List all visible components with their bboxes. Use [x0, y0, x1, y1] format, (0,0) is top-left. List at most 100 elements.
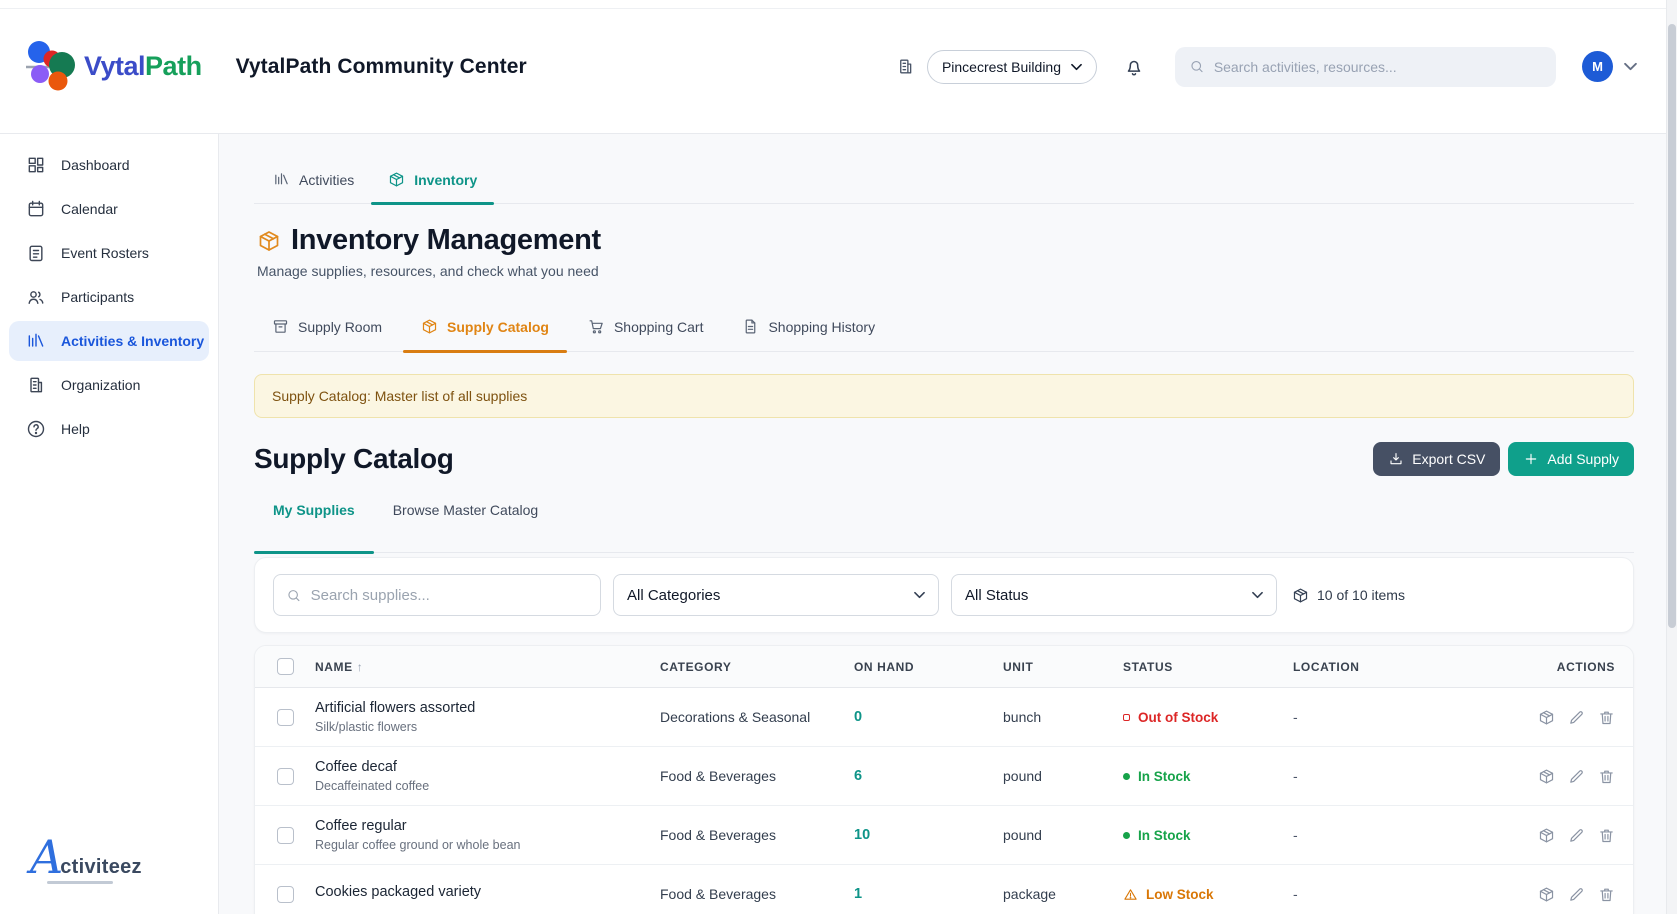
tab-shopping-cart[interactable]: Shopping Cart	[570, 306, 722, 351]
supply-on-hand: 6	[854, 768, 1003, 784]
sidebar-item-participants[interactable]: Participants	[9, 277, 209, 317]
user-menu-chevron-icon[interactable]	[1624, 62, 1637, 71]
category-filter-value: All Categories	[627, 587, 720, 604]
sidebar-item-organization[interactable]: Organization	[9, 365, 209, 405]
edit-supply-button[interactable]	[1568, 709, 1585, 726]
avatar[interactable]: M	[1582, 51, 1613, 82]
supply-location: -	[1293, 886, 1533, 902]
column-header-category: CATEGORY	[660, 660, 854, 674]
global-search[interactable]	[1175, 47, 1556, 87]
filter-bar: All Categories All Status 10 of 10 items	[254, 557, 1634, 633]
page-title: Inventory Management	[291, 224, 601, 257]
supply-name: Coffee decaf	[315, 759, 660, 775]
edit-supply-button[interactable]	[1568, 827, 1585, 844]
tab-supply-catalog[interactable]: Supply Catalog	[403, 306, 567, 351]
archive-box-icon	[272, 318, 289, 335]
trash-icon	[1598, 768, 1615, 785]
category-filter-select[interactable]: All Categories	[613, 574, 939, 616]
status-badge: In Stock	[1123, 828, 1293, 843]
sidebar-item-dashboard[interactable]: Dashboard	[9, 145, 209, 185]
supply-category: Decorations & Seasonal	[660, 709, 854, 725]
table-row: Artificial flowers assortedSilk/plastic …	[255, 688, 1633, 747]
view-supply-button[interactable]	[1538, 768, 1555, 785]
supply-category: Food & Beverages	[660, 827, 854, 843]
items-count: 10 of 10 items	[1292, 587, 1405, 604]
building-selector-value: Pincecrest Building	[942, 59, 1061, 75]
edit-supply-button[interactable]	[1568, 768, 1585, 785]
sidebar-item-help[interactable]: Help	[9, 409, 209, 449]
help-circle-icon	[26, 419, 46, 439]
edit-supply-button[interactable]	[1568, 886, 1585, 903]
column-header-actions: ACTIONS	[1533, 660, 1633, 674]
brand-text: VytalPath	[84, 51, 202, 82]
export-csv-button[interactable]: Export CSV	[1373, 442, 1500, 476]
global-search-input[interactable]	[1214, 59, 1542, 75]
delete-supply-button[interactable]	[1598, 709, 1615, 726]
table-row: Coffee regular Regular coffee ground or w…	[255, 806, 1633, 865]
package-icon	[1538, 768, 1555, 785]
supply-description: Regular coffee ground or whole bean	[315, 838, 660, 852]
status-badge: Out of Stock	[1123, 710, 1293, 725]
sidebar-item-calendar[interactable]: Calendar	[9, 189, 209, 229]
select-row-checkbox[interactable]	[277, 768, 294, 785]
delete-supply-button[interactable]	[1598, 886, 1615, 903]
table-header-row: NAME↑ CATEGORY ON HAND UNIT STATUS LOCAT…	[255, 646, 1633, 688]
status-filter-select[interactable]: All Status	[951, 574, 1277, 616]
supply-unit: pound	[1003, 768, 1123, 784]
info-banner: Supply Catalog: Master list of all suppl…	[254, 374, 1634, 418]
in-stock-dot-icon	[1123, 773, 1130, 780]
inventory-activities-tabs: Activities Inventory	[254, 167, 1634, 204]
out-of-stock-icon	[1123, 714, 1130, 721]
tab-browse-master-catalog[interactable]: Browse Master Catalog	[374, 492, 558, 552]
supplies-search[interactable]	[273, 574, 601, 616]
trash-icon	[1598, 827, 1615, 844]
column-header-name[interactable]: NAME↑	[315, 660, 660, 674]
tab-shopping-history[interactable]: Shopping History	[724, 306, 893, 351]
page-subtitle: Manage supplies, resources, and check wh…	[254, 263, 1634, 279]
view-supply-button[interactable]	[1538, 827, 1555, 844]
supply-name: Coffee regular	[315, 818, 660, 834]
select-all-checkbox[interactable]	[277, 658, 294, 675]
select-row-checkbox[interactable]	[277, 886, 294, 903]
tab-my-supplies[interactable]: My Supplies	[254, 492, 374, 552]
tab-activities[interactable]: Activities	[256, 167, 371, 203]
search-icon	[286, 587, 302, 604]
warning-triangle-icon	[1123, 887, 1138, 902]
supplies-table: NAME↑ CATEGORY ON HAND UNIT STATUS LOCAT…	[254, 645, 1634, 914]
pencil-icon	[1568, 886, 1585, 903]
supply-location: -	[1293, 768, 1533, 784]
tab-inventory[interactable]: Inventory	[371, 167, 494, 203]
sort-asc-icon: ↑	[357, 660, 364, 674]
search-icon	[1189, 58, 1205, 75]
activities-chart-icon	[26, 331, 46, 351]
delete-supply-button[interactable]	[1598, 827, 1615, 844]
view-supply-button[interactable]	[1538, 709, 1555, 726]
pencil-icon	[1568, 709, 1585, 726]
plus-icon	[1523, 451, 1539, 467]
inventory-sub-tabs: Supply Room Supply Catalog Shopping Cart…	[254, 306, 1634, 352]
delete-supply-button[interactable]	[1598, 768, 1615, 785]
package-icon	[421, 318, 438, 335]
sidebar-item-activities-inventory[interactable]: Activities & Inventory	[9, 321, 209, 361]
sidebar-item-event-rosters[interactable]: Event Rosters	[9, 233, 209, 273]
supply-unit: package	[1003, 886, 1123, 902]
supply-description: Silk/plastic flowers	[315, 720, 660, 734]
document-icon	[742, 318, 759, 335]
add-supply-button[interactable]: Add Supply	[1508, 442, 1634, 476]
building-selector[interactable]: Pincecrest Building	[927, 50, 1097, 84]
scrollbar[interactable]	[1666, 0, 1677, 914]
trash-icon	[1598, 709, 1615, 726]
watermark-initial: A	[30, 834, 63, 880]
supply-name: Cookies packaged variety	[315, 884, 660, 900]
supplies-search-input[interactable]	[311, 587, 588, 604]
select-row-checkbox[interactable]	[277, 709, 294, 726]
notifications-bell-icon[interactable]	[1123, 56, 1145, 78]
view-supply-button[interactable]	[1538, 886, 1555, 903]
supply-on-hand: 0	[854, 709, 1003, 725]
select-row-checkbox[interactable]	[277, 827, 294, 844]
supply-view-tabs: My Supplies Browse Master Catalog	[254, 492, 1634, 553]
tab-supply-room[interactable]: Supply Room	[254, 306, 400, 351]
pencil-icon	[1568, 768, 1585, 785]
chevron-down-icon	[1071, 63, 1082, 71]
scrollbar-thumb[interactable]	[1668, 24, 1676, 628]
